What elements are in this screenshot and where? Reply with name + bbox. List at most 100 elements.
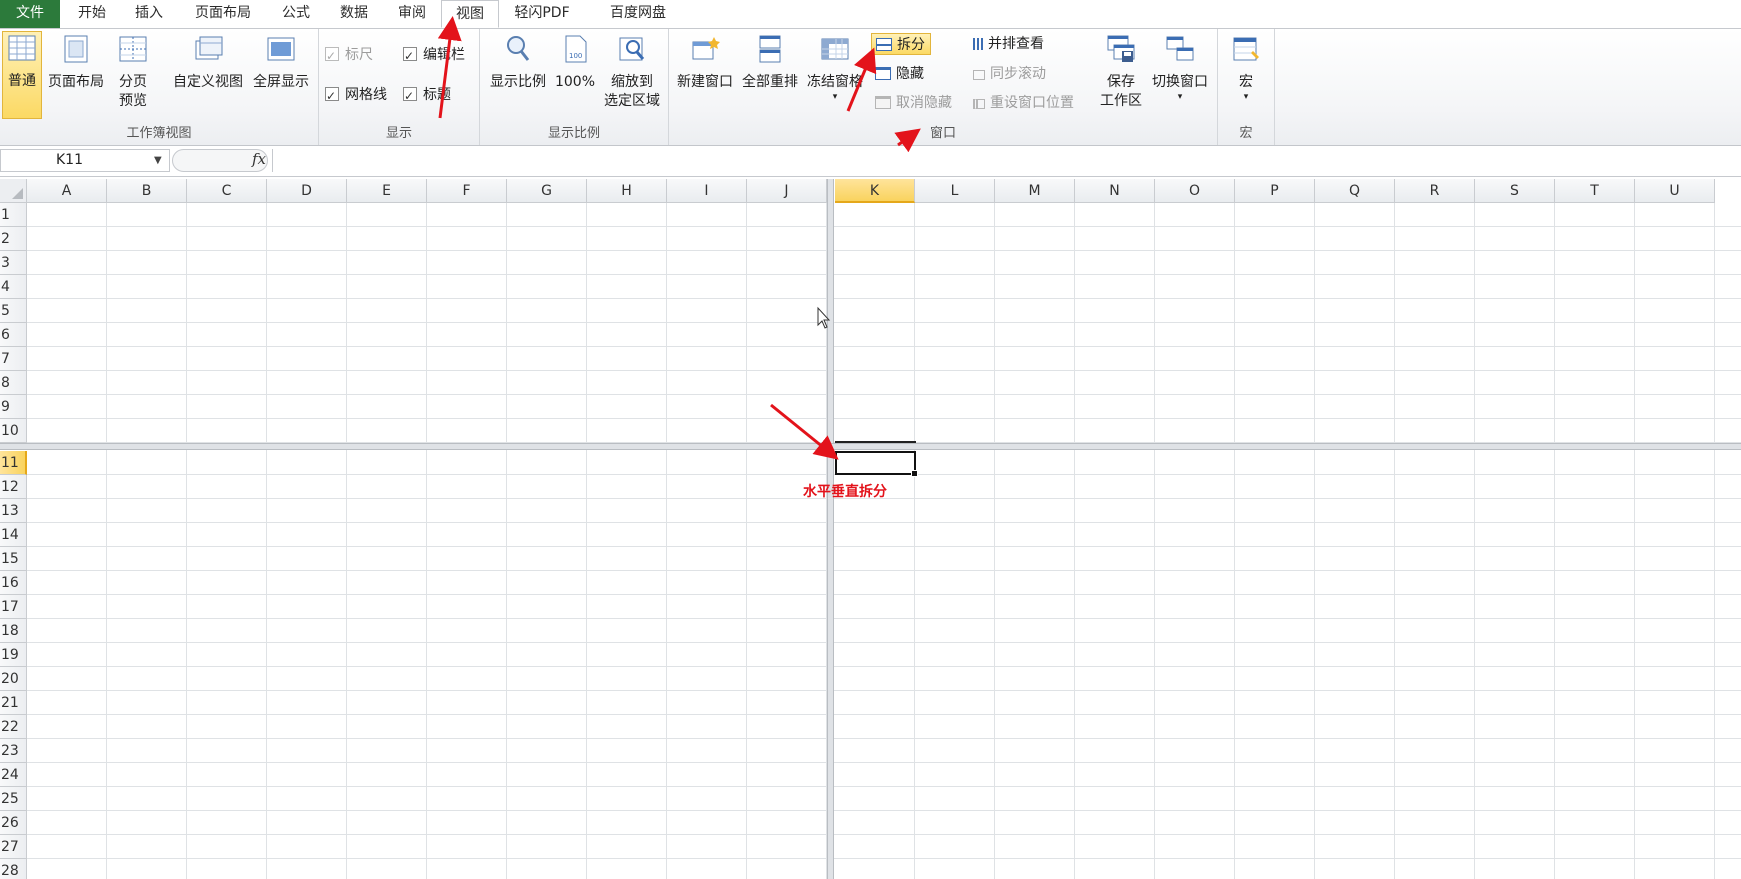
row-header-13[interactable]: 13 <box>0 499 27 523</box>
row-header-27[interactable]: 27 <box>0 835 27 859</box>
column-header-r[interactable]: R <box>1395 179 1475 203</box>
save-workspace-button[interactable]: 保存 工作区 <box>1096 33 1146 111</box>
column-header-h[interactable]: H <box>587 179 667 203</box>
synchronous-scrolling-button[interactable]: 同步滚动 <box>973 63 1046 85</box>
switch-windows-button[interactable]: 切换窗口 ▾ <box>1148 33 1212 102</box>
row-header-15[interactable]: 15 <box>0 547 27 571</box>
column-header-d[interactable]: D <box>267 179 347 203</box>
column-header-k[interactable]: K <box>835 179 915 203</box>
row-header-3[interactable]: 3 <box>0 251 27 275</box>
row-header-12[interactable]: 12 <box>0 475 27 499</box>
gridline-vertical <box>666 203 667 879</box>
row-header-26[interactable]: 26 <box>0 811 27 835</box>
full-screen-button[interactable]: 全屏显示 <box>248 33 314 92</box>
zoom-to-selection-button[interactable]: 缩放到 选定区域 <box>600 33 664 111</box>
column-header-n[interactable]: N <box>1075 179 1155 203</box>
row-header-6[interactable]: 6 <box>0 323 27 347</box>
row-header-8[interactable]: 8 <box>0 371 27 395</box>
hide-button[interactable]: 隐藏 <box>875 63 924 85</box>
row-header-9[interactable]: 9 <box>0 395 27 419</box>
tab-pdf[interactable]: 轻闪PDF <box>503 0 581 28</box>
tab-view[interactable]: 视图 <box>441 0 499 28</box>
row-header-4[interactable]: 4 <box>0 275 27 299</box>
row-header-11[interactable]: 11 <box>0 451 27 475</box>
zoom-100-button[interactable]: 100 100% <box>552 33 598 92</box>
row-header-7[interactable]: 7 <box>0 347 27 371</box>
tab-home[interactable]: 开始 <box>62 0 122 28</box>
tab-insert[interactable]: 插入 <box>122 0 176 28</box>
unhide-window-icon <box>875 96 891 109</box>
headings-checkbox[interactable]: 标题 <box>403 84 451 107</box>
column-header-s[interactable]: S <box>1475 179 1555 203</box>
split-icon <box>876 38 892 51</box>
horizontal-split-bar[interactable] <box>0 443 1741 450</box>
row-header-5[interactable]: 5 <box>0 299 27 323</box>
formula-input[interactable] <box>272 149 1741 172</box>
zoom-selection-label-1: 缩放到 <box>611 74 653 90</box>
page-layout-view-button[interactable]: 页面布局 <box>45 33 107 92</box>
column-header-t[interactable]: T <box>1555 179 1635 203</box>
worksheet-grid[interactable]: ABCDEFGHIJKLMNOPQRSTU 1 2 3 4 5 6 7 8 9 10 11 12 13 1… <box>0 179 1741 879</box>
column-header-m[interactable]: M <box>995 179 1075 203</box>
column-header-p[interactable]: P <box>1235 179 1315 203</box>
reset-window-position-button[interactable]: 重设窗口位置 <box>973 92 1074 114</box>
row-header-28[interactable]: 28 <box>0 859 27 879</box>
select-all-corner[interactable] <box>0 179 27 203</box>
tab-review[interactable]: 审阅 <box>386 0 438 28</box>
ruler-checkbox[interactable]: 标尺 <box>325 44 373 67</box>
new-window-button[interactable]: 新建窗口 <box>673 33 737 92</box>
tab-formulas[interactable]: 公式 <box>270 0 322 28</box>
row-header-1[interactable]: 1 <box>0 203 27 227</box>
unhide-button[interactable]: 取消隐藏 <box>875 92 952 114</box>
row-header-14[interactable]: 14 <box>0 523 27 547</box>
column-header-f[interactable]: F <box>427 179 507 203</box>
gridlines-checkbox[interactable]: 网格线 <box>325 84 387 107</box>
gridline-horizontal <box>27 642 1741 643</box>
split-button[interactable]: 拆分 <box>871 33 931 55</box>
custom-views-button[interactable]: 自定义视图 <box>168 33 248 92</box>
name-box[interactable]: K11 <box>0 149 170 172</box>
zoom-button[interactable]: 显示比例 <box>486 33 550 92</box>
row-header-20[interactable]: 20 <box>0 667 27 691</box>
column-header-q[interactable]: Q <box>1315 179 1395 203</box>
gridline-vertical <box>106 203 107 879</box>
freeze-panes-button[interactable]: 冻结窗格 ▾ <box>803 33 867 102</box>
page-break-preview-button[interactable]: 分页 预览 <box>110 33 156 111</box>
formula-bar-checkbox[interactable]: 编辑栏 <box>403 44 465 67</box>
row-header-25[interactable]: 25 <box>0 787 27 811</box>
column-header-u[interactable]: U <box>1635 179 1715 203</box>
macros-button[interactable]: 宏 ▾ <box>1224 33 1268 102</box>
row-header-17[interactable]: 17 <box>0 595 27 619</box>
column-header-l[interactable]: L <box>915 179 995 203</box>
tab-page-layout[interactable]: 页面布局 <box>180 0 266 28</box>
column-header-e[interactable]: E <box>347 179 427 203</box>
column-header-a[interactable]: A <box>27 179 107 203</box>
row-header-19[interactable]: 19 <box>0 643 27 667</box>
row-header-18[interactable]: 18 <box>0 619 27 643</box>
tab-file[interactable]: 文件 <box>0 0 60 28</box>
row-header-2[interactable]: 2 <box>0 227 27 251</box>
tab-baidu-netdisk[interactable]: 百度网盘 <box>592 0 684 28</box>
normal-view-button[interactable]: 普通 <box>2 31 42 119</box>
row-header-23[interactable]: 23 <box>0 739 27 763</box>
arrange-all-button[interactable]: 全部重排 <box>739 33 801 92</box>
row-header-16[interactable]: 16 <box>0 571 27 595</box>
row-header-22[interactable]: 22 <box>0 715 27 739</box>
column-header-b[interactable]: B <box>107 179 187 203</box>
row-header-24[interactable]: 24 <box>0 763 27 787</box>
column-header-j[interactable]: J <box>747 179 827 203</box>
column-header-o[interactable]: O <box>1155 179 1235 203</box>
column-header-i[interactable]: I <box>667 179 747 203</box>
tab-data[interactable]: 数据 <box>326 0 382 28</box>
chevron-down-icon: ▾ <box>1177 92 1183 102</box>
name-box-dropdown-icon[interactable]: ▼ <box>154 149 162 172</box>
active-cell-k11[interactable] <box>835 451 918 477</box>
gridline-horizontal <box>27 858 1741 859</box>
insert-function-button[interactable]: fx <box>252 150 266 168</box>
column-header-g[interactable]: G <box>507 179 587 203</box>
row-header-10[interactable]: 10 <box>0 419 27 443</box>
row-header-21[interactable]: 21 <box>0 691 27 715</box>
view-side-by-side-button[interactable]: 并排查看 <box>973 33 1044 55</box>
vertical-split-bar[interactable] <box>827 179 834 879</box>
column-header-c[interactable]: C <box>187 179 267 203</box>
